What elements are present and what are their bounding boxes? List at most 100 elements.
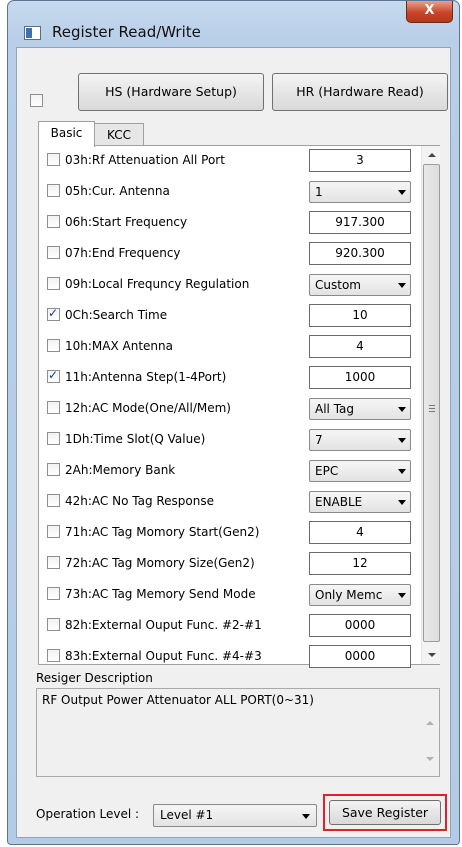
register-value-select[interactable]: All Tag: [309, 398, 411, 420]
register-row: 1Dh:Time Slot(Q Value) 7: [39, 425, 427, 451]
register-label: 09h:Local Frequncy Regulation: [65, 277, 250, 291]
register-checkbox[interactable]: [47, 556, 60, 569]
register-checkbox[interactable]: [47, 246, 60, 259]
app-window-icon: [24, 26, 41, 40]
register-label: 42h:AC No Tag Response: [65, 494, 215, 508]
register-checkbox[interactable]: [47, 277, 60, 290]
register-value-input[interactable]: 917.300: [309, 211, 411, 234]
register-value-select[interactable]: Custom: [309, 274, 411, 296]
register-checkbox[interactable]: [47, 401, 60, 414]
register-label: 72h:AC Tag Momory Size(Gen2): [65, 556, 255, 570]
register-label: 2Ah:Memory Bank: [65, 463, 176, 477]
title-bar: Register Read/Write X: [8, 1, 459, 47]
register-row: 0Ch:Search Time 10: [39, 301, 427, 327]
register-row: 71h:AC Tag Momory Start(Gen2) 4: [39, 518, 427, 544]
chevron-down-icon: [398, 469, 406, 474]
register-value-input[interactable]: 0000: [309, 614, 411, 637]
description-text: RF Output Power Attenuator ALL PORT(0~31…: [42, 693, 314, 707]
description-label: Resiger Description: [36, 671, 153, 685]
chevron-down-icon: [302, 814, 310, 819]
hardware-checkbox[interactable]: [30, 94, 43, 107]
tab-basic[interactable]: Basic: [38, 121, 95, 147]
register-checkbox[interactable]: [47, 184, 60, 197]
register-label: 10h:MAX Antenna: [65, 339, 173, 353]
tab-kcc[interactable]: KCC: [94, 123, 144, 147]
register-row: 72h:AC Tag Momory Size(Gen2) 12: [39, 549, 427, 575]
register-value-select[interactable]: Only Memc: [309, 584, 411, 606]
chevron-down-icon: [398, 283, 406, 288]
dialog-body: HS (Hardware Setup) HR (Hardware Read) B…: [16, 47, 451, 838]
window-title: Register Read/Write: [52, 23, 201, 41]
chevron-down-icon: [398, 593, 406, 598]
register-checkbox[interactable]: [47, 463, 60, 476]
register-select-value: EPC: [315, 464, 339, 478]
register-select-value: Only Memc: [315, 588, 383, 602]
register-checkbox[interactable]: [47, 494, 60, 507]
register-select-value: Custom: [315, 278, 361, 292]
register-row: 09h:Local Frequncy Regulation Custom: [39, 270, 427, 296]
scroll-up-arrow-icon[interactable]: [422, 146, 441, 163]
register-checkbox[interactable]: [47, 339, 60, 352]
register-row: 11h:Antenna Step(1-4Port) 1000: [39, 363, 427, 389]
hs-hardware-setup-button[interactable]: HS (Hardware Setup): [78, 73, 264, 111]
hr-hardware-read-button[interactable]: HR (Hardware Read): [272, 73, 448, 111]
scroll-down-arrow-icon[interactable]: [422, 647, 441, 664]
register-checkbox[interactable]: [47, 368, 60, 383]
scroll-thumb[interactable]: [423, 164, 440, 642]
register-label: 12h:AC Mode(One/All/Mem): [65, 401, 231, 415]
register-value-select[interactable]: EPC: [309, 460, 411, 482]
save-register-button[interactable]: Save Register: [329, 800, 441, 825]
register-checkbox[interactable]: [47, 215, 60, 228]
register-checkbox[interactable]: [47, 649, 60, 662]
register-checkbox[interactable]: [47, 587, 60, 600]
register-row: 82h:External Ouput Func. #2-#1 0000: [39, 611, 427, 637]
chevron-down-icon: [398, 500, 406, 505]
register-value-select[interactable]: 7: [309, 429, 411, 451]
register-row: 83h:External Ouput Func. #4-#3 0000: [39, 642, 427, 668]
register-value-select[interactable]: 1: [309, 181, 411, 203]
description-box: RF Output Power Attenuator ALL PORT(0~31…: [36, 688, 440, 777]
register-row: 05h:Cur. Antenna 1: [39, 177, 427, 203]
register-value-input[interactable]: 4: [309, 335, 411, 358]
register-label: 11h:Antenna Step(1-4Port): [65, 370, 227, 384]
register-row: 06h:Start Frequency 917.300: [39, 208, 427, 234]
register-label: 83h:External Ouput Func. #4-#3: [65, 649, 262, 663]
chevron-down-icon: [398, 190, 406, 195]
chevron-down-icon: [398, 438, 406, 443]
register-value-input[interactable]: 3: [309, 149, 411, 172]
register-list-scrollbar[interactable]: [421, 146, 440, 664]
register-value-input[interactable]: 10: [309, 304, 411, 327]
register-read-write-window: Register Read/Write X HS (Hardware Setup…: [7, 0, 460, 845]
register-row: 73h:AC Tag Memory Send Mode Only Memc: [39, 580, 427, 606]
register-checkbox[interactable]: [47, 153, 60, 166]
register-checkbox[interactable]: [47, 525, 60, 538]
register-value-input[interactable]: 920.300: [309, 242, 411, 265]
register-checkbox[interactable]: [47, 306, 60, 321]
register-label: 73h:AC Tag Memory Send Mode: [65, 587, 256, 601]
register-select-value: 7: [315, 433, 323, 447]
register-row: 42h:AC No Tag Response ENABLE: [39, 487, 427, 513]
register-row: 07h:End Frequency 920.300: [39, 239, 427, 265]
register-value-input[interactable]: 0000: [309, 645, 411, 668]
register-checkbox[interactable]: [47, 618, 60, 631]
register-select-value: ENABLE: [315, 495, 363, 509]
operation-level-label: Operation Level :: [36, 807, 140, 821]
register-value-input[interactable]: 12: [309, 552, 411, 575]
register-row: 10h:MAX Antenna 4: [39, 332, 427, 358]
register-checkbox[interactable]: [47, 432, 60, 445]
register-label: 06h:Start Frequency: [65, 215, 188, 229]
register-select-value: All Tag: [315, 402, 355, 416]
description-scrollbar[interactable]: [420, 689, 439, 776]
register-value-select[interactable]: ENABLE: [309, 491, 411, 513]
register-label: 05h:Cur. Antenna: [65, 184, 170, 198]
register-label: 0Ch:Search Time: [65, 308, 168, 322]
register-label: 03h:Rf Attenuation All Port: [65, 153, 225, 167]
register-row: 03h:Rf Attenuation All Port 3: [39, 146, 427, 172]
operation-level-select[interactable]: Level #1: [153, 804, 317, 827]
register-row: 12h:AC Mode(One/All/Mem) All Tag: [39, 394, 427, 420]
register-select-value: 1: [315, 185, 323, 199]
close-button[interactable]: X: [406, 1, 453, 23]
register-label: 82h:External Ouput Func. #2-#1: [65, 618, 262, 632]
register-value-input[interactable]: 4: [309, 521, 411, 544]
register-value-input[interactable]: 1000: [309, 366, 411, 389]
